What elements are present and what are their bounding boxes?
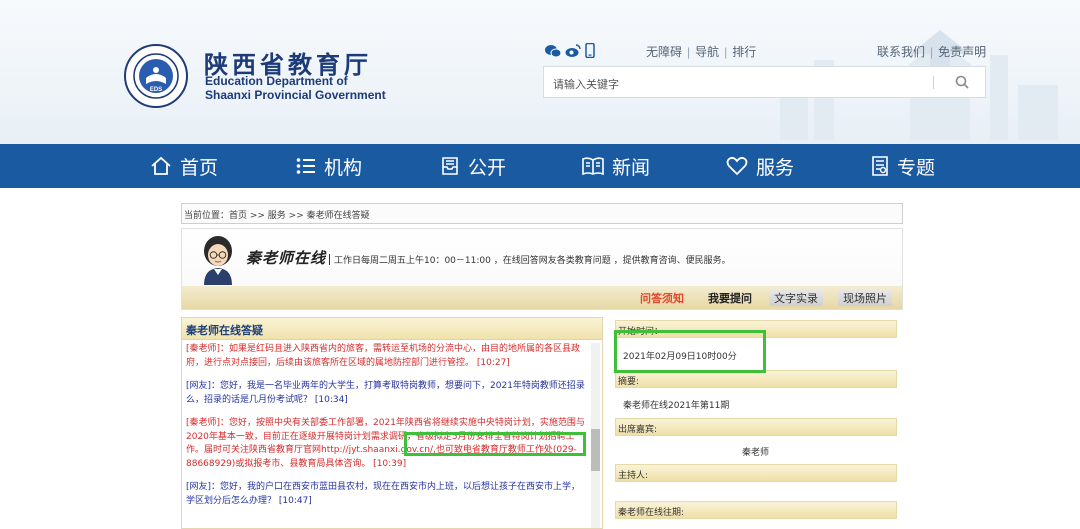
highlight-box [614, 330, 766, 373]
link-separator: | [930, 45, 934, 59]
nav-label: 公开 [468, 156, 507, 179]
tab-qa-notice[interactable]: 问答须知 [635, 289, 689, 306]
disclaimer-link[interactable]: 免责声明 [938, 45, 986, 59]
title-separator [329, 254, 330, 265]
link-separator: | [724, 45, 728, 59]
social-icons [545, 43, 595, 58]
user-message: [网友]：您好，我的户口在西安市蓝田县农村，现在在西安市内上班，以后想让孩子在西… [186, 482, 581, 506]
nav-item-news[interactable]: 新闻 [582, 144, 650, 188]
teacher-avatar [204, 236, 232, 285]
heart-icon [726, 156, 748, 176]
nav-label: 新闻 [612, 156, 651, 179]
banner-tabs: 问答须知 我要提问 文字实录 现场照片 [182, 286, 902, 309]
banner-title: 秦老师在线 [246, 249, 327, 267]
book-icon [582, 157, 604, 176]
nav-item-organization[interactable]: 机构 [296, 144, 362, 188]
link-separator: | [687, 45, 691, 59]
ranking-link[interactable]: 排行 [732, 45, 756, 59]
nav-label: 机构 [324, 156, 363, 179]
page: EDS 陕西省教育厅 Education Department of Shaan… [0, 0, 1080, 529]
search-divider [933, 76, 934, 89]
breadcrumb: 当前位置：首页 >> 服务 >> 秦老师在线答疑 [181, 203, 903, 224]
qa-panel: 秦老师在线答疑 [秦老师]：如果是红码且进入陕西省内的旅客，需转运至机场的分流中… [181, 317, 603, 529]
nav-item-public[interactable]: 公开 [440, 144, 506, 188]
qa-scrollbar-thumb[interactable] [591, 429, 600, 471]
main-nav: 首页 机构 公开 新闻 服务 专题 [0, 144, 1080, 188]
nav-label: 服务 [756, 156, 795, 179]
education-department-logo: EDS [124, 44, 188, 108]
list-icon [296, 158, 315, 174]
search-button[interactable] [948, 70, 976, 94]
host-label: 主持人: [615, 464, 897, 482]
qa-scrollbar[interactable] [591, 343, 600, 528]
summary-value: 秦老师在线2021年第11期 [623, 401, 730, 411]
nav-item-service[interactable]: 服务 [726, 144, 794, 188]
guest-label: 出席嘉宾: [615, 418, 897, 436]
search-box[interactable]: 请输入关键字 [543, 66, 986, 98]
inbox-icon [442, 157, 458, 175]
nav-label: 专题 [897, 156, 936, 179]
wechat-icon[interactable] [545, 44, 561, 58]
site-title-en-line1: Education Department of [205, 74, 348, 88]
guest-value: 秦老师 [742, 448, 770, 458]
user-message: [网友]：您好，我是一名毕业两年的大学生，打算考取特岗教师，想要问下，2021年… [186, 381, 585, 405]
sitemap-link[interactable]: 导航 [695, 45, 719, 59]
search-input[interactable]: 请输入关键字 [553, 76, 619, 92]
highlight-box [404, 432, 586, 456]
accessibility-link[interactable]: 无障碍 [646, 45, 682, 59]
past-sessions-label: 秦老师在线往期: [615, 501, 897, 519]
banner-description-text: 工作日每周二周五上午10：00－11:00 ，在线回答网友各类教育问题 ，提供教… [334, 256, 731, 266]
contact-links: 联系我们 | 免责声明 [877, 43, 986, 60]
utility-links: 无障碍 | 导航 | 排行 [646, 43, 756, 60]
contact-link[interactable]: 联系我们 [877, 45, 925, 59]
nav-item-topics[interactable]: 专题 [871, 144, 935, 188]
qa-panel-title: 秦老师在线答疑 [186, 324, 263, 337]
document-icon [872, 156, 888, 176]
site-title-en-line2: Shaanxi Provincial Government [205, 88, 386, 102]
site-title-en: Education Department of Shaanxi Provinci… [205, 74, 386, 102]
host-banner: 秦老师在线 工作日每周二周五上午10：00－11:00 ，在线回答网友各类教育问… [181, 228, 903, 310]
site-header: EDS 陕西省教育厅 Education Department of Shaan… [0, 0, 1080, 144]
search-icon [955, 75, 969, 89]
svg-text:EDS: EDS [150, 87, 162, 93]
host-message: [秦老师]：如果是红码且进入陕西省内的旅客，需转运至机场的分流中心，由目的地所属… [186, 344, 581, 368]
tab-ask-question[interactable]: 我要提问 [703, 289, 757, 306]
tab-transcript[interactable]: 文字实录 [769, 289, 823, 306]
home-icon [151, 156, 171, 175]
mobile-icon[interactable] [585, 43, 595, 58]
qa-panel-header: 秦老师在线答疑 [182, 318, 602, 340]
weibo-icon[interactable] [565, 43, 581, 58]
tab-photos[interactable]: 现场照片 [838, 289, 892, 306]
nav-label: 首页 [180, 156, 219, 179]
banner-description: 工作日每周二周五上午10：00－11:00 ，在线回答网友各类教育问题 ，提供教… [329, 253, 731, 266]
nav-item-home[interactable]: 首页 [150, 144, 218, 188]
